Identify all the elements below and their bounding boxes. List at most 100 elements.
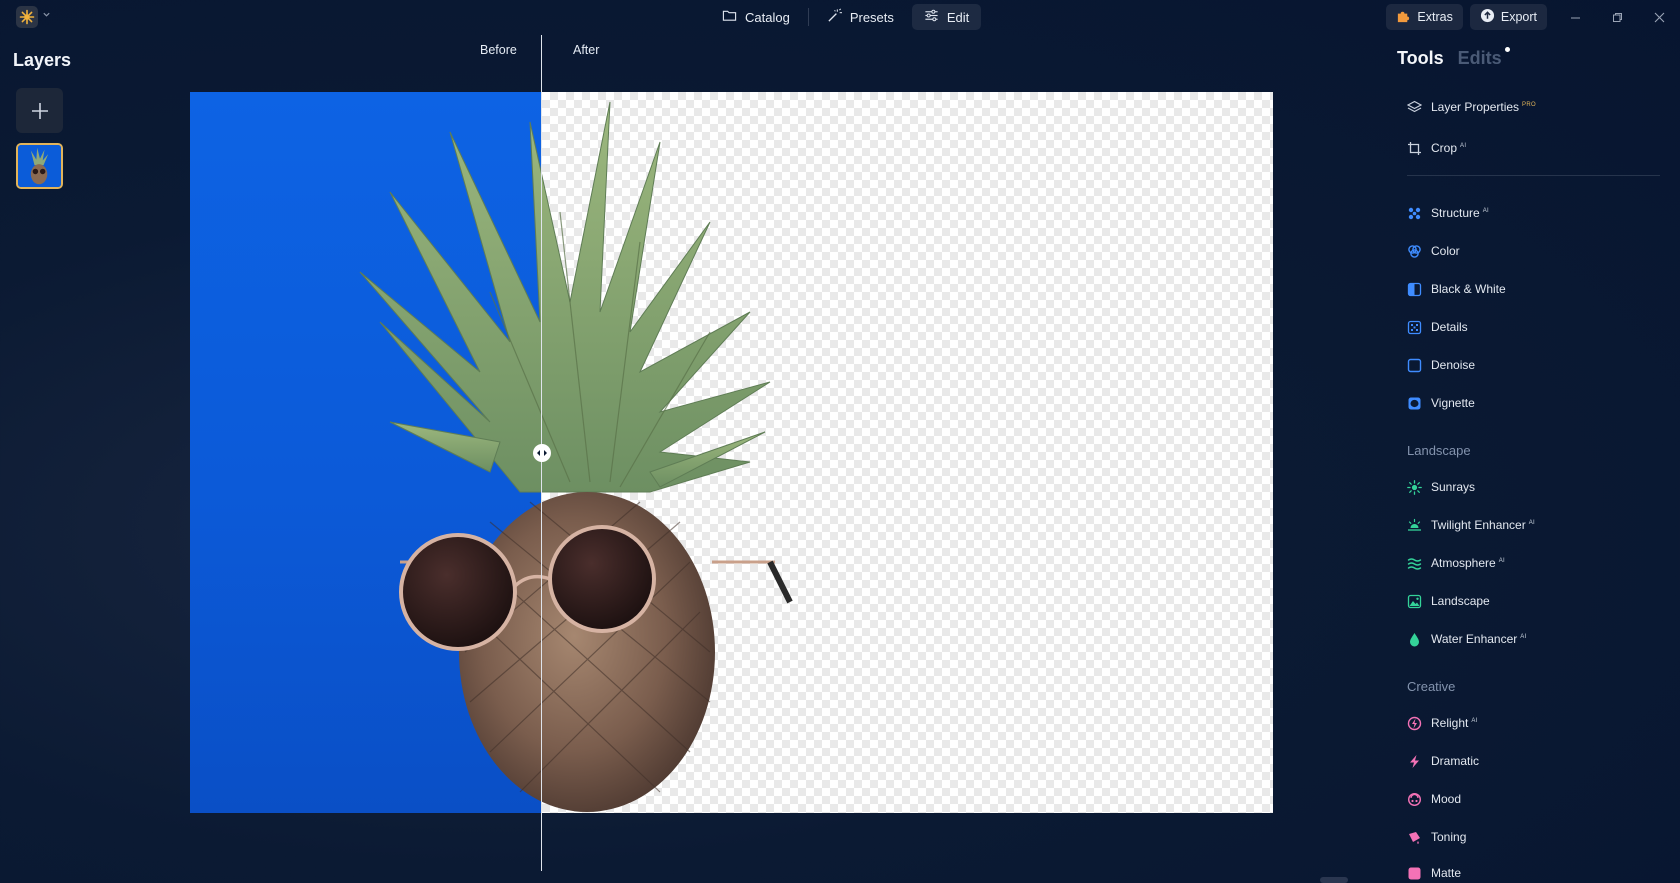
tool-label: Landscape [1431, 594, 1490, 608]
tool-black-white[interactable]: Black & White [1407, 278, 1506, 300]
tool-denoise[interactable]: Denoise [1407, 354, 1475, 376]
close-button[interactable] [1638, 4, 1680, 30]
edits-indicator-dot [1504, 47, 1510, 52]
tool-mood[interactable]: Mood [1407, 788, 1461, 810]
tool-label: Dramatic [1431, 754, 1480, 768]
tool-label: Crop [1431, 141, 1458, 155]
tool-label: Denoise [1431, 358, 1476, 372]
tab-catalog[interactable]: Catalog [710, 4, 802, 30]
arrows-horizontal-icon [537, 450, 547, 456]
tool-label: Color [1431, 244, 1460, 258]
sliders-icon [924, 8, 939, 26]
tab-catalog-label: Catalog [745, 9, 790, 25]
tab-presets[interactable]: Presets [815, 4, 906, 30]
lightning-icon [1407, 754, 1422, 769]
tool-water-enhancer[interactable]: Water Enhancer AI [1407, 628, 1527, 650]
main-nav: Catalog Presets Edit [710, 4, 982, 30]
extras-button[interactable]: Extras [1386, 4, 1463, 30]
tab-tools[interactable]: Tools [1397, 48, 1444, 69]
tool-landscape[interactable]: Landscape [1407, 590, 1490, 612]
relight-icon [1407, 716, 1422, 731]
matte-icon [1407, 866, 1422, 881]
folder-icon [722, 8, 737, 26]
tool-crop[interactable]: Crop AI [1407, 137, 1466, 159]
after-label: After [573, 43, 600, 57]
tool-color[interactable]: Color [1407, 240, 1460, 262]
top-bar: Catalog Presets Edit Extras Export [0, 0, 1680, 34]
tool-label: Layer Properties [1431, 100, 1520, 114]
tool-label: Vignette [1431, 396, 1475, 410]
tab-edit[interactable]: Edit [911, 4, 982, 30]
tool-toning[interactable]: Toning [1407, 826, 1466, 848]
pineapple-thumbnail-icon [18, 145, 61, 187]
tool-layer-properties[interactable]: Layer Properties PRO [1407, 96, 1536, 118]
color-icon [1407, 244, 1422, 259]
tool-atmosphere[interactable]: Atmosphere AI [1407, 552, 1505, 574]
tool-structure[interactable]: Structure AI [1407, 202, 1489, 224]
tool-label: Relight [1431, 716, 1469, 730]
tab-presets-label: Presets [849, 9, 894, 25]
pro-badge: PRO [1522, 102, 1536, 108]
ai-badge: AI [1498, 558, 1505, 564]
ai-badge: AI [1520, 634, 1527, 640]
pineapple-subject [359, 101, 793, 812]
chevron-down-icon[interactable] [42, 10, 52, 22]
tool-relight[interactable]: Relight AI [1407, 712, 1478, 734]
ai-badge: AI [1482, 208, 1489, 214]
toning-icon [1407, 830, 1422, 845]
tool-dramatic[interactable]: Dramatic [1407, 750, 1479, 772]
mood-icon [1407, 792, 1422, 807]
tool-label: Twilight Enhancer [1431, 518, 1526, 532]
split-handle[interactable] [533, 444, 551, 462]
tool-label: Atmosphere [1431, 556, 1496, 570]
tools-tabs: Tools Edits [1397, 47, 1510, 69]
ai-badge: AI [1471, 718, 1478, 724]
landscape-icon [1407, 594, 1422, 609]
layers-title: Layers [13, 50, 72, 70]
plus-icon [31, 102, 48, 119]
tool-label: Black & White [1431, 282, 1506, 296]
water-drop-icon [1407, 632, 1422, 647]
tools-divider [1407, 175, 1660, 176]
tool-label: Details [1431, 320, 1468, 334]
details-icon [1407, 320, 1422, 335]
layer-thumbnail[interactable] [16, 143, 63, 189]
tool-label: Toning [1431, 830, 1467, 844]
tool-matte[interactable]: Matte [1407, 862, 1461, 883]
tool-label: Water Enhancer [1431, 632, 1518, 646]
export-icon [1480, 8, 1495, 26]
magic-wand-icon [827, 8, 842, 26]
extras-label: Extras [1417, 10, 1453, 24]
layers-icon [1407, 100, 1422, 115]
tab-edits[interactable]: Edits [1457, 47, 1510, 69]
tool-details[interactable]: Details [1407, 316, 1468, 338]
minimize-button[interactable] [1554, 4, 1596, 30]
tool-vignette[interactable]: Vignette [1407, 392, 1475, 414]
vignette-icon [1407, 396, 1422, 411]
structure-icon [1407, 206, 1422, 221]
crop-icon [1407, 141, 1422, 156]
denoise-icon [1407, 358, 1422, 373]
nav-divider [807, 8, 809, 26]
export-label: Export [1500, 10, 1537, 24]
tool-sunrays[interactable]: Sunrays [1407, 476, 1475, 498]
tab-edits-label: Edits [1457, 48, 1502, 68]
top-right-actions: Extras Export [1386, 4, 1680, 30]
tool-label: Mood [1431, 792, 1462, 806]
atmosphere-icon [1407, 556, 1422, 571]
restore-button[interactable] [1596, 4, 1638, 30]
puzzle-icon [1396, 8, 1411, 26]
section-creative: Creative [1407, 679, 1456, 694]
scrollbar-thumb[interactable] [1320, 877, 1348, 883]
ai-badge: AI [1528, 520, 1535, 526]
app-logo-icon[interactable] [16, 6, 38, 28]
twilight-icon [1407, 518, 1422, 533]
tool-label: Matte [1431, 866, 1462, 880]
tab-edit-label: Edit [946, 9, 970, 25]
ai-badge: AI [1460, 143, 1467, 149]
add-layer-button[interactable] [16, 88, 63, 133]
export-button[interactable]: Export [1469, 4, 1547, 30]
image-canvas[interactable] [190, 92, 1273, 813]
before-label: Before [480, 43, 517, 57]
tool-twilight-enhancer[interactable]: Twilight Enhancer AI [1407, 514, 1535, 536]
